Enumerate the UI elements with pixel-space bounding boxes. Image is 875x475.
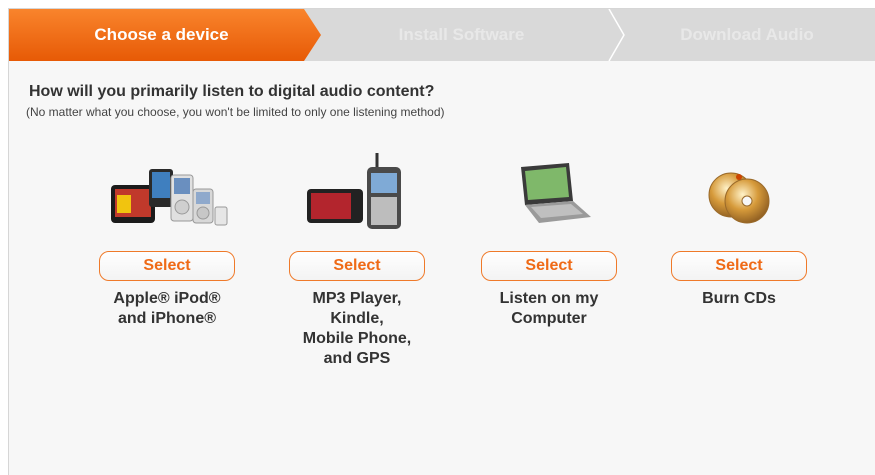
question-heading: How will you primarily listen to digital…	[29, 83, 435, 100]
select-ipod-button[interactable]: Select	[99, 251, 235, 281]
laptop-image	[469, 149, 629, 241]
mp3-player-phone-image	[277, 149, 437, 241]
question-subnote: (No matter what you choose, you won't be…	[26, 105, 445, 119]
cd-discs-image	[659, 149, 819, 241]
wizard-panel: Choose a device Install Software Downloa…	[8, 8, 875, 475]
option-computer: Select Listen on my Computer	[469, 149, 629, 329]
progress-steps: Choose a device Install Software Downloa…	[9, 9, 875, 61]
option-ipod-label: Apple® iPod® and iPhone®	[113, 290, 221, 327]
option-burn-cds-label: Burn CDs	[702, 290, 776, 307]
option-burn-cds: Select Burn CDs	[659, 149, 819, 309]
step-download-audio: Download Audio	[680, 25, 814, 44]
select-burn-cds-button[interactable]: Select	[671, 251, 807, 281]
step-choose-device: Choose a device	[94, 25, 229, 44]
option-mp3: Select MP3 Player, Kindle, Mobile Phone,…	[277, 149, 437, 369]
option-mp3-label: MP3 Player, Kindle, Mobile Phone, and GP…	[302, 290, 412, 367]
step-install-software: Install Software	[398, 25, 525, 44]
option-computer-label: Listen on my Computer	[499, 290, 599, 327]
select-mp3-button[interactable]: Select	[289, 251, 425, 281]
select-computer-button[interactable]: Select	[481, 251, 617, 281]
option-ipod: Select Apple® iPod® and iPhone®	[87, 149, 247, 329]
ipod-iphone-image	[87, 149, 247, 241]
